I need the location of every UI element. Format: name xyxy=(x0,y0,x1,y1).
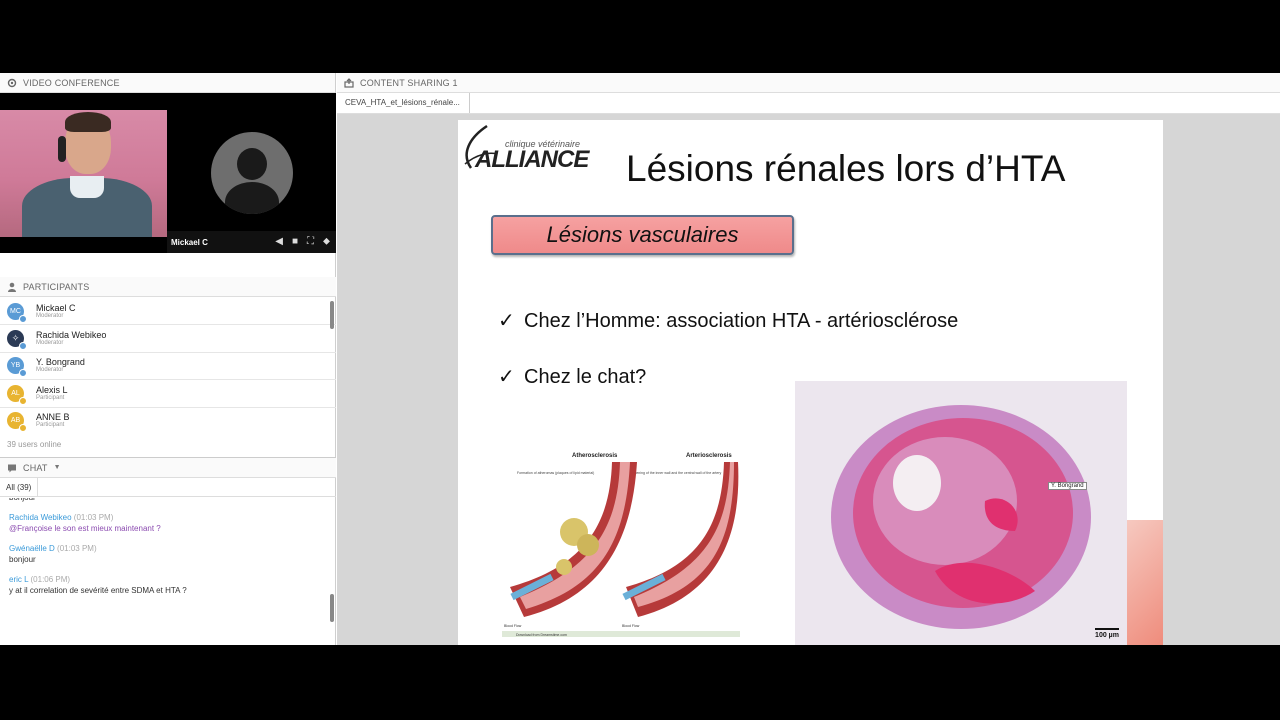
participant-avatar: YB xyxy=(7,357,27,378)
left-panel: VIDEO CONFERENCE Mickael C ◀ ■ ⛶ ⬥ PARTI… xyxy=(0,73,336,645)
participant-row[interactable]: MC Mickael C Moderator xyxy=(0,298,336,326)
chat-scrollbar[interactable] xyxy=(330,594,334,622)
volume-icon[interactable]: ◀ xyxy=(275,237,283,247)
file-tab[interactable]: CEVA_HTA_et_lésions_rénale... xyxy=(337,93,470,113)
chat-message: Gwénaëlle D (01:03 PM) bonjour xyxy=(9,543,330,565)
diagram-note-left: Formation of atheromas (plaques of lipid… xyxy=(517,471,594,475)
share-icon xyxy=(344,77,354,88)
participant-role: Participant xyxy=(36,394,65,401)
check-icon: ✓ xyxy=(498,310,515,332)
participant-name: ANNE B xyxy=(36,412,70,423)
presentation-slide: clinique vétérinaire ALLIANCE Lésions ré… xyxy=(458,120,1163,645)
chat-message-text: @Françoise le son est mieux maintenant ? xyxy=(9,524,161,533)
remote-cursor-label: Y. Bongrand xyxy=(1048,482,1087,490)
participants-title: PARTICIPANTS xyxy=(23,281,90,292)
app-window: VIDEO CONFERENCE Mickael C ◀ ■ ⛶ ⬥ PARTI… xyxy=(0,73,1280,645)
logo-name: ALLIANCE xyxy=(475,146,589,173)
slide-accent xyxy=(1127,520,1163,645)
tile-name: Mickael C xyxy=(171,237,208,247)
chat-tab-all[interactable]: All (39) xyxy=(0,478,39,496)
participants-scrollbar[interactable] xyxy=(330,301,334,329)
slide-bullet: ✓ Chez le chat? xyxy=(498,366,647,388)
chat-message: eric L (01:06 PM) y at il correlation de… xyxy=(9,574,330,596)
participants-header: PARTICIPANTS xyxy=(0,277,336,297)
participant-avatar: ✧ xyxy=(7,330,27,351)
video-area: Mickael C ◀ ■ ⛶ ⬥ xyxy=(0,93,336,253)
participant-name: Y. Bongrand xyxy=(36,357,85,368)
slide-title: Lésions rénales lors d’HTA xyxy=(626,148,1066,189)
person-icon xyxy=(8,282,16,292)
content-sharing-panel: CONTENT SHARING 1 CEVA_HTA_et_lésions_ré… xyxy=(337,73,1280,645)
diagram-label-right: Arteriosclerosis xyxy=(686,453,732,459)
chat-time: (01:06 PM) xyxy=(30,575,71,584)
artery-diagram: Atherosclerosis Arteriosclerosis Formati… xyxy=(502,447,740,637)
diagram-label-left: Atherosclerosis xyxy=(572,453,618,459)
participant-name: Alexis L xyxy=(36,384,68,395)
chat-message-text: y at il correlation de sevérité entre SD… xyxy=(9,586,187,595)
participant-row[interactable]: YB Y. Bongrand Moderator xyxy=(0,353,336,381)
participant-role: Moderator xyxy=(36,312,64,319)
pin-icon[interactable]: ⬥ xyxy=(323,237,330,247)
participant-tile[interactable] xyxy=(167,110,336,237)
video-panel-header: VIDEO CONFERENCE xyxy=(0,73,335,93)
content-sharing-title: CONTENT SHARING 1 xyxy=(360,77,458,88)
diagram-flow-left: Blood Flow xyxy=(504,624,522,628)
tile-controls: Mickael C ◀ ■ ⛶ ⬥ xyxy=(167,231,336,253)
participant-avatar: AB xyxy=(7,412,27,431)
fullscreen-icon[interactable]: ⛶ xyxy=(307,237,314,247)
video-panel-title: VIDEO CONFERENCE xyxy=(23,77,120,88)
diagram-flow-right: Blood Flow xyxy=(622,624,640,628)
participant-name: Rachida Webikeo xyxy=(36,330,107,341)
slide-bullet: ✓ Chez l’Homme: association HTA - artério… xyxy=(498,310,959,332)
scale-bar: 100 µm xyxy=(1095,628,1119,639)
slide-subtitle: Lésions vasculaires xyxy=(491,215,794,255)
camera-icon[interactable]: ■ xyxy=(292,237,298,247)
chat-message-text: bonjour xyxy=(9,498,330,503)
chat-panel: CHAT ▼ All (39) bonjour Rachida Webikeo … xyxy=(0,457,336,645)
participant-row[interactable]: AL Alexis L Participant xyxy=(0,380,336,408)
chat-message: Rachida Webikeo (01:03 PM) @Françoise le… xyxy=(9,512,330,534)
chat-bubble-icon xyxy=(8,464,16,472)
participant-list: MC Mickael C Moderator ✧ Rachida Webikeo M… xyxy=(0,298,336,431)
chat-time: (01:03 PM) xyxy=(73,513,114,522)
diagram-download-label: Download from Dreamstime.com xyxy=(516,633,567,637)
diagram-note-right: Thickening of the inner wall and the cen… xyxy=(628,471,721,475)
online-count: 39 users online xyxy=(7,440,62,449)
gear-icon[interactable] xyxy=(7,78,17,88)
participant-role: Participant xyxy=(36,422,65,429)
webcam-feed xyxy=(0,110,167,237)
chevron-down-icon[interactable]: ▼ xyxy=(54,464,61,471)
participant-name: Mickael C xyxy=(36,302,76,313)
participant-role: Moderator xyxy=(36,367,64,374)
histology-image: Y. Bongrand 100 µm xyxy=(795,381,1127,645)
chat-header[interactable]: CHAT ▼ xyxy=(0,458,336,478)
chat-author: Rachida Webikeo xyxy=(9,513,72,522)
participant-role: Moderator xyxy=(36,340,64,347)
participants-panel: PARTICIPANTS MC Mickael C Moderator ✧ Rac… xyxy=(0,277,336,457)
user-avatar-icon xyxy=(211,132,293,214)
participant-row[interactable]: ✧ Rachida Webikeo Moderator xyxy=(0,325,336,353)
chat-message-text: bonjour xyxy=(9,555,36,564)
clinic-logo: clinique vétérinaire ALLIANCE xyxy=(459,124,599,174)
content-sharing-header: CONTENT SHARING 1 xyxy=(337,73,1280,93)
chat-messages: bonjour Rachida Webikeo (01:03 PM) @Fran… xyxy=(0,498,330,626)
participant-row[interactable]: AB ANNE B Participant xyxy=(0,408,336,431)
chat-author: eric L xyxy=(9,575,29,584)
chat-title: CHAT xyxy=(23,462,48,473)
participant-avatar: MC xyxy=(7,302,27,323)
chat-author: Gwénaëlle D xyxy=(9,544,55,553)
check-icon: ✓ xyxy=(498,366,515,388)
participant-avatar: AL xyxy=(7,384,27,405)
chat-time: (01:03 PM) xyxy=(57,544,97,553)
